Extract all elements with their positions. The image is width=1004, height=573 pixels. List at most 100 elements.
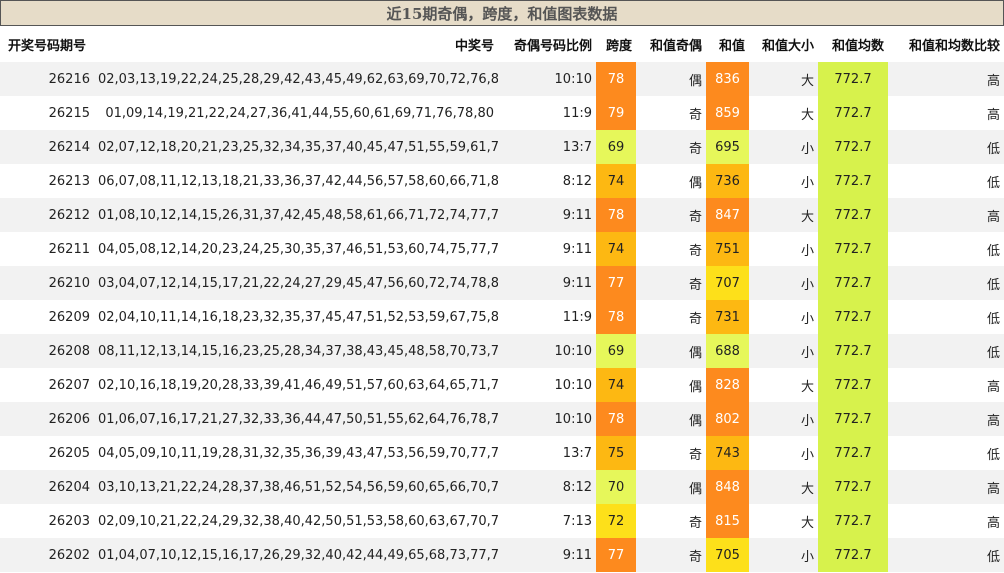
cell-span: 74 [596,368,636,402]
cell-span: 70 [596,470,636,504]
cell-sum-avg: 772.7 [818,436,888,470]
cell-issue: 26209 [0,300,98,334]
cell-ratio: 9:11 [498,538,596,572]
cell-sum-size: 大 [749,504,818,538]
cell-ratio: 11:9 [498,300,596,334]
cell-sum: 688 [706,334,749,368]
cell-sum-size: 小 [749,538,818,572]
header-sum-size: 和值大小 [761,38,814,54]
cell-ratio: 7:13 [498,504,596,538]
cell-sum-size: 小 [749,436,818,470]
cell-sum-avg: 772.7 [818,334,888,368]
cell-sum-size: 大 [749,470,818,504]
cell-sum-avg: 772.7 [818,538,888,572]
cell-sum-size: 小 [749,130,818,164]
cell-issue: 26210 [0,266,98,300]
cell-sum-oddeven: 奇 [636,266,706,300]
cell-sum-oddeven: 偶 [636,470,706,504]
cell-numbers: 06,07,08,11,12,13,18,21,33,36,37,42,44,5… [98,164,498,198]
cell-compare: 高 [888,368,1004,402]
cell-ratio: 8:12 [498,164,596,198]
cell-sum-avg: 772.7 [818,62,888,96]
cell-span: 69 [596,334,636,368]
table-row: 26215 01,09,14,19,21,22,24,27,36,41,44,55… [0,96,1004,130]
cell-compare: 低 [888,334,1004,368]
cell-sum: 751 [706,232,749,266]
header-numbers: 中奖号 [454,38,494,54]
cell-sum: 731 [706,300,749,334]
cell-sum-size: 大 [749,62,818,96]
cell-issue: 26211 [0,232,98,266]
cell-ratio: 9:11 [498,198,596,232]
cell-sum-oddeven: 奇 [636,300,706,334]
cell-span: 77 [596,538,636,572]
cell-sum-size: 大 [749,368,818,402]
cell-sum-oddeven: 奇 [636,130,706,164]
table-row: 26208 08,11,12,13,14,15,16,23,25,28,34,37… [0,334,1004,368]
cell-sum-avg: 772.7 [818,266,888,300]
cell-issue: 26202 [0,538,98,572]
cell-compare: 高 [888,198,1004,232]
cell-issue: 26206 [0,402,98,436]
cell-sum-size: 小 [749,300,818,334]
cell-sum: 859 [706,96,749,130]
table-body: 26216 02,03,13,19,22,24,25,28,29,42,43,45… [0,62,1004,572]
table-row: 26202 01,04,07,10,12,15,16,17,26,29,32,40… [0,538,1004,572]
cell-ratio: 10:10 [498,334,596,368]
table-row: 26203 02,09,10,21,22,24,29,32,38,40,42,50… [0,504,1004,538]
cell-sum: 847 [706,198,749,232]
cell-numbers: 02,09,10,21,22,24,29,32,38,40,42,50,51,5… [98,504,498,538]
cell-span: 74 [596,164,636,198]
cell-sum-oddeven: 偶 [636,164,706,198]
cell-numbers: 08,11,12,13,14,15,16,23,25,28,34,37,38,4… [98,334,498,368]
cell-sum-oddeven: 奇 [636,232,706,266]
header-sum: 和值 [718,38,745,54]
cell-numbers: 02,10,16,18,19,20,28,33,39,41,46,49,51,5… [98,368,498,402]
cell-sum: 695 [706,130,749,164]
cell-issue: 26215 [0,96,98,130]
cell-issue: 26213 [0,164,98,198]
cell-sum-oddeven: 奇 [636,96,706,130]
cell-sum-size: 大 [749,96,818,130]
cell-compare: 低 [888,538,1004,572]
cell-sum-size: 小 [749,232,818,266]
cell-numbers: 04,05,09,10,11,19,28,31,32,35,36,39,43,4… [98,436,498,470]
cell-sum-avg: 772.7 [818,232,888,266]
cell-numbers: 01,04,07,10,12,15,16,17,26,29,32,40,42,4… [98,538,498,572]
cell-sum-avg: 772.7 [818,470,888,504]
cell-span: 77 [596,266,636,300]
cell-numbers: 02,07,12,18,20,21,23,25,32,34,35,37,40,4… [98,130,498,164]
cell-numbers: 03,10,13,21,22,24,28,37,38,46,51,52,54,5… [98,470,498,504]
header-ratio: 奇偶号码比例 [513,38,592,54]
lottery-stats-table: 开奖号码期号 中奖号 奇偶号码比例 跨度 和值奇偶 和值 和值大小 和值均数 和… [0,26,1004,572]
cell-issue: 26212 [0,198,98,232]
cell-ratio: 10:10 [498,368,596,402]
cell-sum-oddeven: 奇 [636,538,706,572]
cell-span: 69 [596,130,636,164]
cell-compare: 低 [888,436,1004,470]
cell-issue: 26204 [0,470,98,504]
table-row: 26204 03,10,13,21,22,24,28,37,38,46,51,52… [0,470,1004,504]
cell-span: 74 [596,232,636,266]
cell-issue: 26216 [0,62,98,96]
cell-issue: 26207 [0,368,98,402]
cell-span: 78 [596,62,636,96]
header-compare: 和值和均数比较 [908,38,1000,54]
cell-sum-size: 小 [749,334,818,368]
cell-sum-size: 小 [749,402,818,436]
header-span: 跨度 [605,38,632,54]
header-issue: 开奖号码期号 [8,38,87,54]
cell-sum-avg: 772.7 [818,96,888,130]
cell-sum-size: 小 [749,266,818,300]
table-title: 近15期奇偶，跨度，和值图表数据 [0,0,1004,26]
cell-compare: 高 [888,62,1004,96]
cell-compare: 高 [888,402,1004,436]
header-row: 开奖号码期号 中奖号 奇偶号码比例 跨度 和值奇偶 和值 和值大小 和值均数 和… [0,26,1004,62]
cell-sum-oddeven: 偶 [636,334,706,368]
cell-sum: 705 [706,538,749,572]
table-row: 26212 01,08,10,12,14,15,26,31,37,42,45,48… [0,198,1004,232]
cell-sum-oddeven: 偶 [636,368,706,402]
cell-ratio: 9:11 [498,266,596,300]
cell-sum-oddeven: 偶 [636,402,706,436]
cell-sum: 848 [706,470,749,504]
